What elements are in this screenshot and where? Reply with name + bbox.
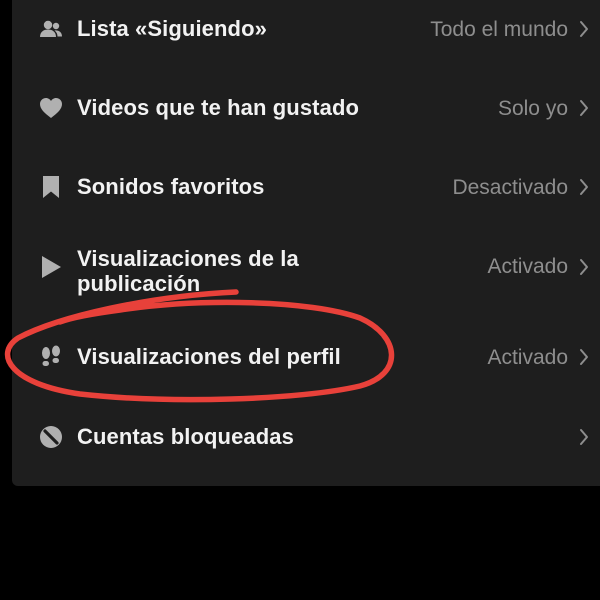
privacy-settings-panel: Lista «Siguiendo» Todo el mundo Videos q… — [12, 0, 600, 486]
block-icon — [38, 424, 64, 450]
settings-row-label: Videos que te han gustado — [77, 95, 360, 120]
settings-row-value: Activado — [487, 255, 568, 278]
settings-row-post-views[interactable]: Visualizaciones de la publicación Activa… — [12, 246, 600, 300]
settings-row-label: Visualizaciones del perfil — [77, 344, 341, 369]
settings-row-liked-videos[interactable]: Videos que te han gustado Solo yo — [12, 93, 600, 123]
footprints-icon — [38, 344, 64, 370]
settings-row-label: Sonidos favoritos — [77, 174, 265, 199]
bookmark-icon — [38, 174, 64, 200]
settings-row-value: Activado — [487, 346, 568, 369]
chevron-right-icon — [576, 346, 592, 368]
settings-row-following-list[interactable]: Lista «Siguiendo» Todo el mundo — [12, 14, 600, 44]
chevron-right-icon — [576, 176, 592, 198]
chevron-right-icon — [576, 18, 592, 40]
heart-icon — [38, 95, 64, 121]
settings-row-label: Visualizaciones de la publicación — [77, 246, 299, 296]
settings-row-blocked-accounts[interactable]: Cuentas bloqueadas — [12, 422, 600, 452]
settings-row-value: Desactivado — [452, 176, 568, 199]
chevron-right-icon — [576, 256, 592, 278]
settings-row-favorite-sounds[interactable]: Sonidos favoritos Desactivado — [12, 172, 600, 202]
settings-row-label: Lista «Siguiendo» — [77, 16, 267, 41]
settings-row-value: Solo yo — [497, 97, 568, 120]
settings-row-profile-views[interactable]: Visualizaciones del perfil Activado — [12, 342, 600, 372]
people-icon — [38, 16, 64, 42]
chevron-right-icon — [576, 426, 592, 448]
settings-row-label: Cuentas bloqueadas — [77, 424, 294, 449]
play-icon — [38, 254, 64, 280]
chevron-right-icon — [576, 97, 592, 119]
settings-row-value: Todo el mundo — [430, 18, 568, 41]
